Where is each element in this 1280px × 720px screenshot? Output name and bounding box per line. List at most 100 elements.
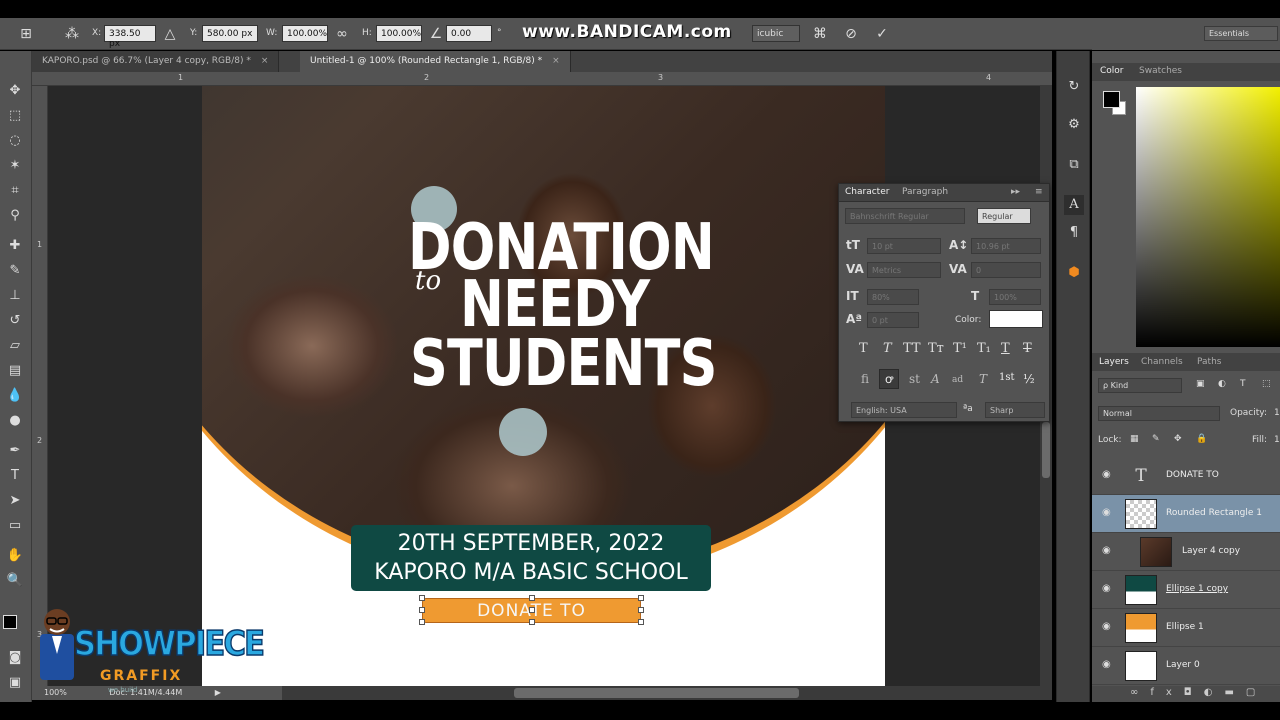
link-layers-icon[interactable]: ∞: [1130, 687, 1150, 698]
vertical-scroll-thumb[interactable]: [1042, 422, 1050, 478]
marquee-tool-icon[interactable]: ⬚: [5, 106, 25, 126]
lock-transparent-icon[interactable]: ▦: [1130, 434, 1139, 444]
filter-adjust-icon[interactable]: ◐: [1218, 379, 1226, 389]
character-panel-icon[interactable]: A: [1064, 195, 1084, 215]
blend-mode-select[interactable]: Normal: [1098, 406, 1220, 421]
move-tool-icon[interactable]: ✥: [5, 81, 25, 101]
screen-mode-icon[interactable]: ▣: [5, 673, 25, 693]
all-caps-button[interactable]: TT: [903, 341, 921, 356]
3d-panel-icon[interactable]: ⬢: [1064, 263, 1084, 283]
tab-color[interactable]: Color: [1100, 66, 1124, 76]
width-field[interactable]: 100.00%: [282, 25, 328, 42]
language-select[interactable]: English: USA: [851, 402, 957, 418]
document-canvas[interactable]: DONATION to NEEDY STUDENTS 20TH SEPTEMBE…: [202, 86, 885, 686]
healing-brush-icon[interactable]: ✚: [5, 236, 25, 256]
transform-handle[interactable]: [529, 607, 535, 613]
lock-pixels-icon[interactable]: ✎: [1152, 434, 1160, 444]
layer-name[interactable]: Layer 4 copy: [1182, 546, 1240, 556]
magic-wand-icon[interactable]: ✶: [5, 156, 25, 176]
superscript-button[interactable]: T¹: [953, 341, 967, 356]
leading-field[interactable]: 10.96 pt: [971, 238, 1041, 254]
tab-channels[interactable]: Channels: [1141, 357, 1183, 367]
eyedropper-icon[interactable]: ⚲: [5, 206, 25, 226]
type-tool-icon[interactable]: T: [5, 466, 25, 486]
brush-tool-icon[interactable]: ✎: [5, 261, 25, 281]
layer-filter-select[interactable]: ρ Kind: [1098, 378, 1182, 393]
tab-paths[interactable]: Paths: [1197, 357, 1221, 367]
stamp-tool-icon[interactable]: ⊥: [5, 286, 25, 306]
new-layer-icon[interactable]: ▢: [1246, 687, 1267, 698]
visibility-eye-icon[interactable]: ◉: [1102, 545, 1111, 556]
fractions-button[interactable]: ½: [1023, 372, 1035, 386]
gradient-tool-icon[interactable]: ▤: [5, 361, 25, 381]
mask-icon[interactable]: ◘: [1184, 687, 1204, 698]
layer-name[interactable]: Ellipse 1 copy: [1166, 584, 1228, 594]
reference-point-icon[interactable]: ⁂: [64, 26, 80, 42]
eraser-tool-icon[interactable]: ▱: [5, 336, 25, 356]
foreground-color-chip[interactable]: [1103, 91, 1120, 108]
x-field[interactable]: 338.50 px: [104, 25, 156, 49]
kerning-field[interactable]: Metrics: [867, 262, 941, 278]
interpolation-select[interactable]: icubic: [752, 25, 800, 42]
ordinal-button[interactable]: 1st: [999, 372, 1015, 383]
cancel-transform-icon[interactable]: ⊘: [843, 26, 859, 42]
y-field[interactable]: 580.00 px: [202, 25, 258, 42]
collapse-icon[interactable]: ▸▸: [1011, 187, 1020, 197]
close-icon[interactable]: ×: [552, 56, 560, 66]
clone-source-icon[interactable]: ⧉: [1064, 155, 1084, 175]
visibility-eye-icon[interactable]: ◉: [1102, 469, 1111, 480]
horizontal-scale-field[interactable]: 100%: [989, 289, 1041, 305]
paragraph-panel-icon[interactable]: ¶: [1064, 223, 1084, 243]
font-size-field[interactable]: 10 pt: [867, 238, 941, 254]
layer-row[interactable]: ◉ Ellipse 1 copy: [1092, 571, 1280, 609]
visibility-eye-icon[interactable]: ◉: [1102, 659, 1111, 670]
layer-row[interactable]: ◉ Ellipse 1: [1092, 609, 1280, 647]
layer-name[interactable]: Rounded Rectangle 1: [1166, 508, 1262, 518]
strikethrough-button[interactable]: T: [1023, 341, 1032, 356]
transform-handle[interactable]: [529, 619, 535, 625]
tracking-field[interactable]: 0: [971, 262, 1041, 278]
layer-row[interactable]: ◉ Layer 0: [1092, 647, 1280, 685]
text-color-swatch[interactable]: [989, 310, 1043, 328]
close-icon[interactable]: ×: [261, 56, 269, 66]
lock-all-icon[interactable]: 🔒: [1196, 434, 1207, 444]
workspace-select[interactable]: Essentials: [1204, 26, 1278, 41]
layer-name[interactable]: Layer 0: [1166, 660, 1200, 670]
transform-handle[interactable]: [529, 595, 535, 601]
stylistic-button[interactable]: A: [931, 372, 940, 386]
font-style-select[interactable]: Regular: [977, 208, 1031, 224]
titling-button[interactable]: ad: [952, 375, 963, 385]
tab-character[interactable]: Character: [845, 187, 889, 197]
subscript-button[interactable]: T₁: [977, 341, 991, 356]
folder-icon[interactable]: ▬: [1224, 687, 1245, 698]
link-icon[interactable]: ∞: [334, 26, 350, 42]
tab-swatches[interactable]: Swatches: [1139, 66, 1182, 76]
crop-tool-icon[interactable]: ⌗: [5, 181, 25, 201]
delta-icon[interactable]: △: [162, 26, 178, 42]
transform-handle[interactable]: [419, 595, 425, 601]
transform-handle[interactable]: [638, 607, 644, 613]
angle-field[interactable]: 0.00: [446, 25, 492, 42]
filter-shape-icon[interactable]: ⬚: [1262, 379, 1271, 389]
zoom-level[interactable]: 100%: [44, 688, 67, 697]
visibility-eye-icon[interactable]: ◉: [1102, 621, 1111, 632]
underline-button[interactable]: T: [1001, 341, 1010, 356]
tab-layers[interactable]: Layers: [1099, 357, 1129, 367]
old-style-button[interactable]: ꝍ: [879, 369, 899, 389]
layer-row[interactable]: ◉ Layer 4 copy: [1092, 533, 1280, 571]
fill-value[interactable]: 1: [1274, 435, 1280, 445]
transform-handle[interactable]: [638, 619, 644, 625]
tab-paragraph[interactable]: Paragraph: [902, 187, 948, 197]
layer-row-selected[interactable]: ◉ Rounded Rectangle 1: [1092, 495, 1280, 533]
layer-name[interactable]: Ellipse 1: [1166, 622, 1204, 632]
foreground-color-swatch[interactable]: [3, 615, 17, 629]
antialias-select[interactable]: Sharp: [985, 402, 1045, 418]
quick-mask-icon[interactable]: ◙: [5, 648, 25, 668]
panel-menu-icon[interactable]: ≡: [1035, 187, 1043, 197]
filter-pixel-icon[interactable]: ▣: [1196, 379, 1205, 389]
move-transform-icon[interactable]: ⊞: [18, 26, 34, 42]
tab-untitled-1[interactable]: Untitled-1 @ 100% (Rounded Rectangle 1, …: [300, 51, 571, 72]
horizontal-scroll-thumb[interactable]: [514, 688, 799, 698]
visibility-eye-icon[interactable]: ◉: [1102, 583, 1111, 594]
tab-kaporo[interactable]: KAPORO.psd @ 66.7% (Layer 4 copy, RGB/8)…: [32, 51, 280, 72]
